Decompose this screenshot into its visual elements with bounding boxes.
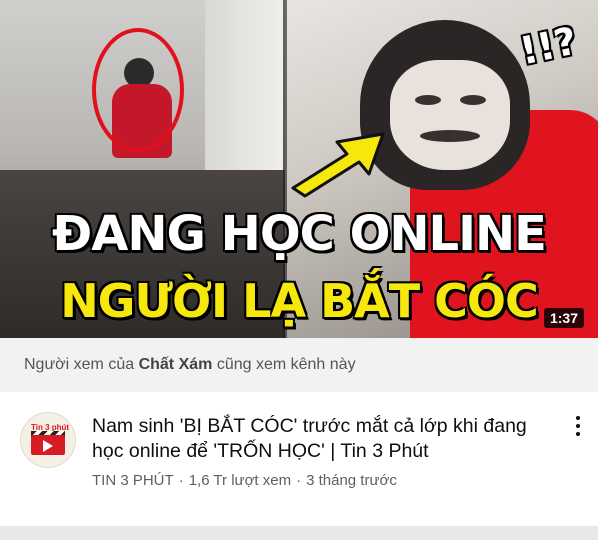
meta-separator: · xyxy=(178,472,184,489)
arrow-icon xyxy=(285,120,395,200)
video-info: Tin 3 phút Nam sinh 'BỊ BẮT CÓC' trước m… xyxy=(0,392,598,526)
play-icon xyxy=(43,440,53,452)
recommendation-prefix: Người xem của xyxy=(24,356,139,373)
upload-age: 3 tháng trước xyxy=(306,472,397,489)
video-metadata: TIN 3 PHÚT · 1,6 Tr lượt xem · 3 tháng trước xyxy=(92,472,397,489)
thumbnail-headline-line2: NGƯỜI LẠ BẮT CÓC xyxy=(60,274,539,328)
more-vert-icon[interactable] xyxy=(566,412,590,440)
recommendation-text: Người xem của Chất Xám cũng xem kênh này xyxy=(24,356,356,374)
recommendation-banner: Người xem của Chất Xám cũng xem kênh này xyxy=(0,338,598,392)
recommendation-suffix: cũng xem kênh này xyxy=(212,356,356,373)
thumbnail-scene: !!? ĐANG HỌC ONLINE NGƯỜI LẠ BẮT CÓC xyxy=(0,0,598,338)
video-title[interactable]: Nam sinh 'BỊ BẮT CÓC' trước mắt cả lớp k… xyxy=(92,414,542,464)
next-item-edge xyxy=(0,526,598,540)
video-thumbnail[interactable]: !!? ĐANG HỌC ONLINE NGƯỜI LẠ BẮT CÓC 1:3… xyxy=(0,0,598,338)
channel-avatar[interactable]: Tin 3 phút xyxy=(20,412,76,468)
recommendation-channel[interactable]: Chất Xám xyxy=(139,356,213,373)
thumbnail-headline-line1: ĐANG HỌC ONLINE xyxy=(52,206,547,262)
channel-name[interactable]: TIN 3 PHÚT xyxy=(92,472,174,489)
meta-separator: · xyxy=(296,472,302,489)
red-circle-highlight xyxy=(92,28,184,152)
duration-badge: 1:37 xyxy=(543,308,584,328)
view-count: 1,6 Tr lượt xem xyxy=(188,472,292,489)
